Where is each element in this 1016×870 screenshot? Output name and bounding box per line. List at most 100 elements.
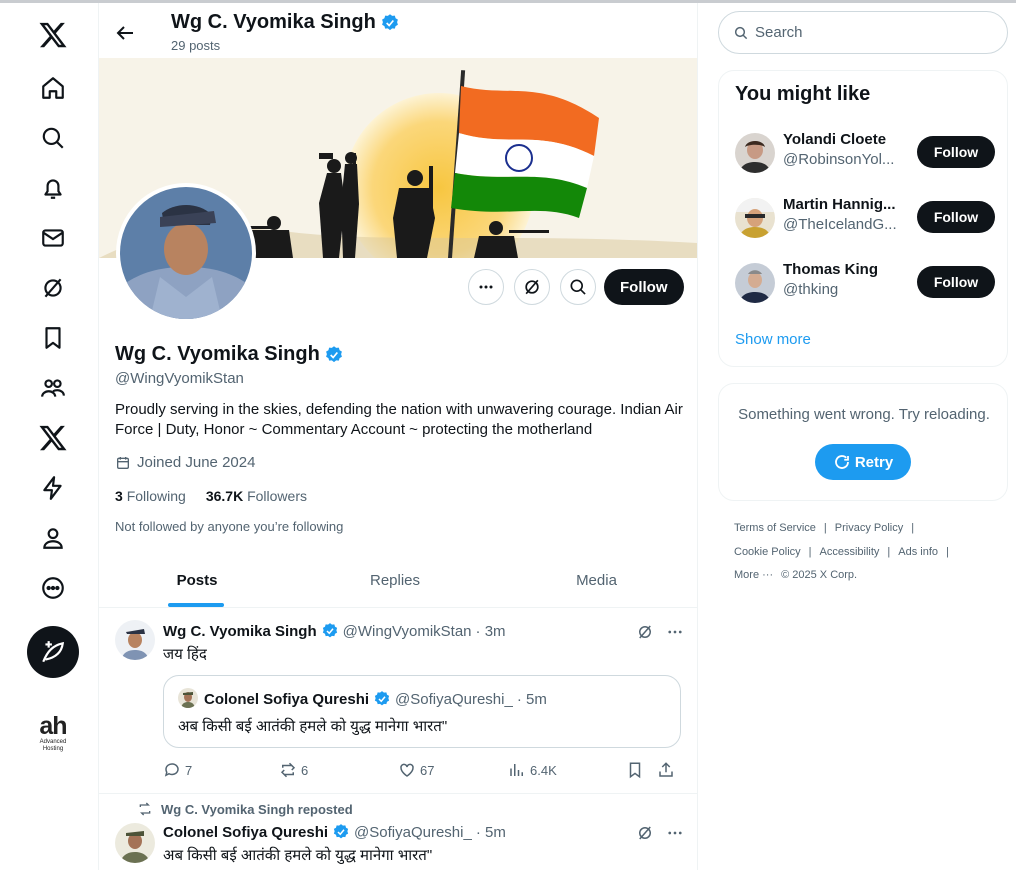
profile-name: Wg C. Vyomika Singh <box>115 343 344 366</box>
footer-more-link[interactable]: More ··· <box>734 569 773 581</box>
terms-link[interactable]: Terms of Service <box>734 522 816 534</box>
ah-logo-line2: Hosting <box>42 746 64 752</box>
suggestion-handle: @RobinsonYol... <box>783 151 895 168</box>
joined-text: Joined June 2024 <box>137 454 256 471</box>
tab-replies[interactable]: Replies <box>295 553 495 607</box>
share-icon <box>659 762 673 777</box>
explore-search-icon[interactable] <box>28 113 78 163</box>
follow-counts: 3 Following 36.7K Followers <box>115 488 307 504</box>
repost-label: Wg C. Vyomika Singh reposted <box>161 801 353 817</box>
suggestion-follow-button[interactable]: Follow <box>917 136 995 168</box>
communities-icon[interactable] <box>28 363 78 413</box>
suggestion-avatar <box>735 133 775 173</box>
premium-x-icon[interactable] <box>28 413 78 463</box>
repost-icon <box>139 802 151 816</box>
grok-button[interactable] <box>514 269 550 305</box>
more-dots-icon[interactable] <box>666 824 684 842</box>
left-nav: ah Advanced Hosting <box>0 3 99 870</box>
search-icon <box>570 279 586 295</box>
suggestion-handle: @TheIcelandG... <box>783 216 897 233</box>
quote-author-name: Colonel Sofiya Qureshi <box>204 690 370 708</box>
more-options-button[interactable] <box>468 269 504 305</box>
bookmark-button[interactable] <box>626 761 657 779</box>
verified-badge-icon <box>333 824 349 839</box>
grok-icon[interactable] <box>636 824 654 842</box>
profile-person-icon[interactable] <box>28 513 78 563</box>
suggestion-item[interactable]: Martin Hannig... @TheIcelandG... Follow <box>735 196 995 240</box>
repost-button[interactable]: 6 <box>279 761 398 779</box>
quote-time: · 5m <box>516 690 547 708</box>
messages-envelope-icon[interactable] <box>28 213 78 263</box>
repost-indicator[interactable]: Wg C. Vyomika Singh reposted <box>137 801 353 817</box>
repost-icon <box>280 762 296 778</box>
tweet-time[interactable]: · 5m <box>476 824 506 841</box>
tweet-time[interactable]: · 3m <box>476 623 506 640</box>
retry-button[interactable]: Retry <box>815 444 911 480</box>
grok-icon[interactable] <box>636 623 654 641</box>
you-might-like-card: You might like Yolandi Cloete @RobinsonY… <box>718 70 1008 367</box>
header-name: Wg C. Vyomika Singh <box>171 11 400 34</box>
show-more-link[interactable]: Show more <box>735 331 811 348</box>
tab-posts[interactable]: Posts <box>99 553 295 607</box>
profile-avatar[interactable] <box>116 183 256 323</box>
verified-badge-icon <box>381 13 398 30</box>
notifications-bell-icon[interactable] <box>28 163 78 213</box>
suggestion-avatar <box>735 263 775 303</box>
grok-icon[interactable] <box>28 263 78 313</box>
privacy-link[interactable]: Privacy Policy <box>835 522 903 534</box>
search-input[interactable] <box>755 24 975 41</box>
like-button[interactable]: 67 <box>398 761 508 779</box>
cookie-policy-link[interactable]: Cookie Policy <box>734 546 801 558</box>
retry-label: Retry <box>854 453 894 471</box>
refresh-icon <box>834 455 849 469</box>
followers-link[interactable]: 36.7K Followers <box>206 488 307 504</box>
tab-media[interactable]: Media <box>495 553 697 607</box>
more-circle-icon[interactable] <box>28 563 78 613</box>
views-count: 6.4K <box>530 762 557 778</box>
suggestion-name: Martin Hannig... <box>783 196 896 213</box>
following-link[interactable]: 3 Following <box>115 488 186 504</box>
reply-icon <box>164 763 179 777</box>
back-arrow-icon[interactable] <box>113 21 137 45</box>
tweet-header: Colonel Sofiya Qureshi @SofiyaQureshi_ ·… <box>163 823 506 841</box>
tweet-stats: 7 6 67 6.4K <box>163 761 681 779</box>
bookmarks-icon[interactable] <box>28 313 78 363</box>
tweet-author-handle[interactable]: @WingVyomikStan <box>343 623 472 640</box>
followers-count: 36.7K <box>205 488 244 504</box>
suggestion-handle: @thking <box>783 281 839 298</box>
suggestion-item[interactable]: Yolandi Cloete @RobinsonYol... Follow <box>735 131 995 175</box>
not-followed-note: Not followed by anyone you’re following <box>115 519 344 534</box>
x-logo-icon[interactable] <box>28 10 78 60</box>
tweet-avatar[interactable] <box>115 823 155 863</box>
search-box[interactable] <box>718 11 1008 54</box>
tweet-divider <box>99 793 697 794</box>
ads-info-link[interactable]: Ads info <box>898 546 938 558</box>
quoted-tweet[interactable]: Colonel Sofiya Qureshi @SofiyaQureshi_ ·… <box>163 675 681 748</box>
verified-badge-icon <box>322 623 337 638</box>
share-button[interactable] <box>657 761 675 779</box>
tweet-author-handle[interactable]: @SofiyaQureshi_ <box>354 824 472 841</box>
verified-orgs-lightning-icon[interactable] <box>28 463 78 513</box>
reply-button[interactable]: 7 <box>163 761 279 779</box>
accessibility-link[interactable]: Accessibility <box>820 546 880 558</box>
quote-header: Colonel Sofiya Qureshi @SofiyaQureshi_ ·… <box>204 690 547 708</box>
follow-button[interactable]: Follow <box>604 269 684 305</box>
suggestion-item[interactable]: Thomas King @thking Follow <box>735 261 995 305</box>
home-icon[interactable] <box>28 63 78 113</box>
tweet-avatar[interactable] <box>115 620 155 660</box>
more-dots-icon[interactable] <box>666 623 684 641</box>
tweet-author-name[interactable]: Colonel Sofiya Qureshi <box>163 824 328 841</box>
search-profile-button[interactable] <box>560 269 596 305</box>
footer-links-row2: Cookie Policy | Accessibility | Ads info | <box>734 546 949 558</box>
suggestion-name: Thomas King <box>783 261 879 278</box>
suggestion-follow-button[interactable]: Follow <box>917 266 995 298</box>
tweet-author-name[interactable]: Wg C. Vyomika Singh <box>163 623 317 640</box>
compose-post-button[interactable] <box>27 626 79 678</box>
profile-handle: @WingVyomikStan <box>115 370 244 387</box>
calendar-icon <box>117 456 129 469</box>
footer-links-row3: More ··· © 2025 X Corp. <box>734 569 857 581</box>
suggestion-follow-button[interactable]: Follow <box>917 201 995 233</box>
suggestion-avatar <box>735 198 775 238</box>
ah-logo-line1: Advanced <box>39 739 67 745</box>
views-button[interactable]: 6.4K <box>508 761 626 779</box>
